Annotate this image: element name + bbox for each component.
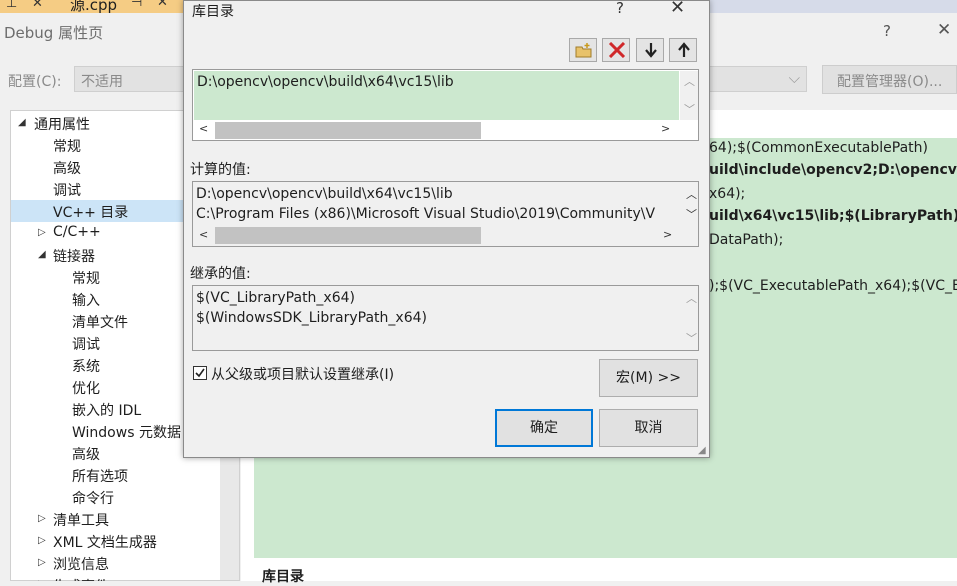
move-down-button[interactable]	[636, 38, 664, 62]
inherit-checkbox-label[interactable]: 从父级或项目默认设置继承(I)	[211, 364, 394, 384]
delete-icon	[608, 42, 626, 58]
platform-select[interactable]: ⌵	[709, 66, 807, 92]
new-folder-button[interactable]	[569, 38, 597, 62]
tree-item[interactable]: 常规	[72, 268, 100, 288]
ide-tab-strip-right	[710, 0, 957, 13]
expand-arrow-icon[interactable]: ▷	[38, 227, 46, 238]
scroll-left-icon[interactable]: <	[199, 228, 208, 241]
scroll-up-icon[interactable]: ︿	[684, 73, 695, 89]
resize-grip-icon[interactable]: ◢	[698, 445, 706, 456]
delete-line-button[interactable]	[602, 38, 630, 62]
scroll-left-icon[interactable]: <	[199, 122, 208, 135]
tree-item[interactable]: C/C++	[53, 224, 101, 240]
arrow-down-icon	[645, 43, 657, 58]
inherit-checkbox[interactable]	[193, 366, 207, 380]
close-icon[interactable]: ✕	[937, 20, 951, 40]
tree-item[interactable]: 浏览信息	[53, 554, 109, 574]
tree-item[interactable]: 清单工具	[53, 510, 109, 530]
tree-item[interactable]: 命令行	[72, 488, 114, 508]
ok-button[interactable]: 确定	[495, 409, 593, 447]
scroll-right-icon[interactable]: >	[663, 228, 672, 241]
list-vscrollbar[interactable]: ︿ ﹀	[680, 71, 698, 120]
new-folder-icon	[575, 43, 592, 58]
tree-item[interactable]: 调试	[72, 334, 100, 354]
collapse-arrow-icon[interactable]: ◢	[18, 117, 26, 128]
inherited-label: 继承的值:	[190, 266, 251, 282]
cancel-button[interactable]: 取消	[599, 409, 698, 447]
scroll-up-icon[interactable]: ︿	[686, 186, 697, 202]
expand-arrow-icon[interactable]: ▷	[38, 513, 46, 524]
tree-item[interactable]: 通用属性	[34, 114, 90, 134]
dialog-title: 库目录	[192, 4, 234, 20]
tree-item[interactable]: 生成事件	[53, 576, 109, 581]
collapse-arrow-icon[interactable]: ◢	[38, 249, 46, 260]
tree-item[interactable]: VC++ 目录	[53, 202, 128, 222]
expand-arrow-icon[interactable]: ▷	[38, 535, 46, 546]
close-icon[interactable]: ✕	[670, 0, 685, 18]
tree-item[interactable]: 高级	[53, 158, 81, 178]
tree-item[interactable]: Windows 元数据	[72, 422, 181, 442]
evaluated-label: 计算的值:	[190, 162, 251, 178]
list-item[interactable]: D:\opencv\opencv\build\x64\vc15\lib	[194, 71, 679, 120]
scroll-down-icon[interactable]: ﹀	[684, 101, 695, 117]
move-up-button[interactable]	[669, 38, 697, 62]
tree-item[interactable]: 链接器	[53, 246, 95, 266]
directory-list[interactable]: D:\opencv\opencv\build\x64\vc15\lib ︿ ﹀ …	[192, 69, 699, 141]
scroll-down-icon: ﹀	[686, 332, 697, 345]
tree-item[interactable]: 系统	[72, 356, 100, 376]
checkmark-icon	[195, 368, 205, 378]
tree-item[interactable]: 高级	[72, 444, 100, 464]
description-title: 库目录	[262, 569, 304, 585]
inherited-values-box: $(VC_LibraryPath_x64) $(WindowsSDK_Libra…	[192, 285, 699, 351]
grid-row-executable[interactable]: 64);$(CommonExecutablePath)	[709, 140, 928, 156]
evaluated-values-box[interactable]: D:\opencv\opencv\build\x64\vc15\lib C:\P…	[192, 181, 699, 247]
grid-row-winrt[interactable]: DataPath);	[709, 232, 783, 248]
tree-item[interactable]: 所有选项	[72, 466, 128, 486]
evaluated-line: C:\Program Files (x86)\Microsoft Visual …	[196, 206, 656, 222]
arrow-up-icon	[678, 42, 690, 57]
library-directories-dialog: 库目录 ? ✕ D:\opencv\opencv\build\x64\vc15\…	[183, 0, 710, 458]
chevron-down-icon: ⌵	[788, 69, 800, 87]
inherited-line: $(WindowsSDK_LibraryPath_x64)	[196, 310, 427, 326]
scroll-right-icon[interactable]: >	[661, 122, 670, 135]
tree-item[interactable]: 输入	[72, 290, 100, 310]
evaluated-hscroll-thumb[interactable]	[215, 227, 481, 244]
list-item-text: D:\opencv\opencv\build\x64\vc15\lib	[197, 74, 454, 90]
tree-item[interactable]: 常规	[53, 136, 81, 156]
config-manager-label: 配置管理器(O)...	[837, 74, 943, 90]
scroll-up-icon: ︿	[686, 292, 697, 305]
grid-row-exclude[interactable]: );$(VC_ExecutablePath_x64);$(VC_E	[709, 278, 957, 294]
config-manager-button[interactable]: 配置管理器(O)...	[822, 65, 957, 94]
tree-item[interactable]: 清单文件	[72, 312, 128, 332]
grid-row-reference[interactable]: x64);	[709, 186, 745, 202]
tree-item[interactable]: 嵌入的 IDL	[72, 400, 141, 420]
grid-row-include[interactable]: uild\include\opencv2;D:\opencv\o	[709, 162, 957, 178]
tree-item[interactable]: 优化	[72, 378, 100, 398]
list-hscroll-thumb[interactable]	[215, 122, 481, 139]
expand-arrow-icon[interactable]: ▷	[38, 557, 46, 568]
scroll-down-icon[interactable]: ﹀	[686, 206, 697, 222]
macros-button[interactable]: 宏(M) >>	[599, 359, 698, 397]
tree-item[interactable]: 调试	[53, 180, 81, 200]
help-icon[interactable]: ?	[616, 0, 624, 17]
evaluated-line: D:\opencv\opencv\build\x64\vc15\lib	[196, 186, 453, 202]
inherited-line: $(VC_LibraryPath_x64)	[196, 290, 355, 306]
help-icon[interactable]: ?	[883, 22, 891, 40]
grid-row-library[interactable]: uild\x64\vc15\lib;$(LibraryPath)	[709, 208, 957, 224]
tree-item[interactable]: XML 文档生成器	[53, 532, 157, 552]
